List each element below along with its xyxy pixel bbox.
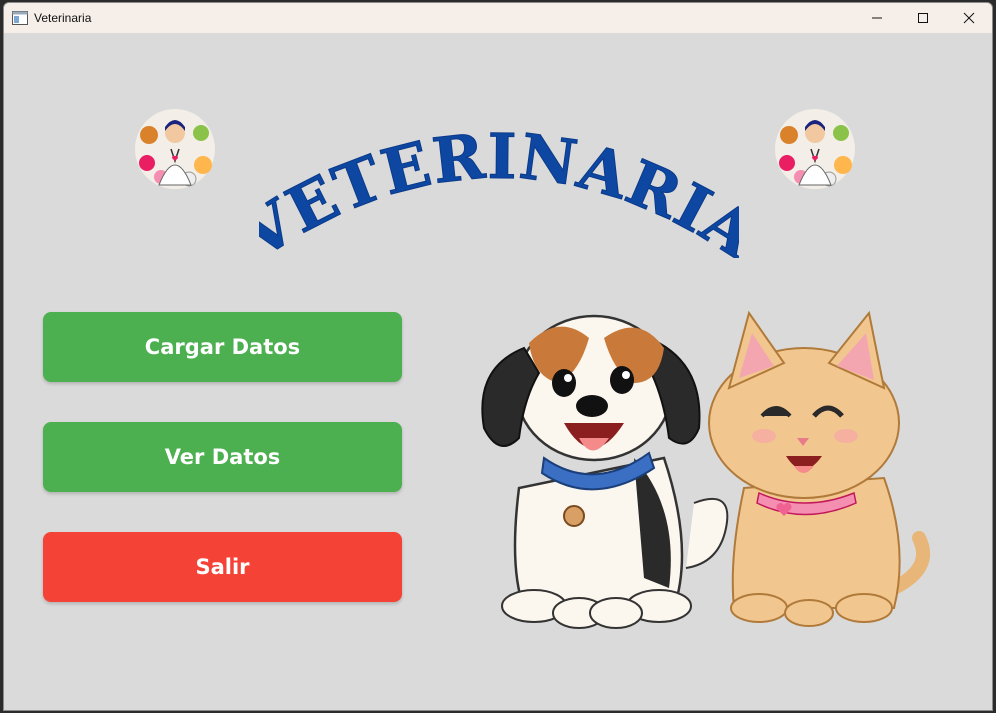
- svg-text:VETERINARIA: VETERINARIA: [259, 120, 739, 258]
- maximize-button[interactable]: [900, 3, 946, 33]
- load-data-label: Cargar Datos: [144, 335, 301, 359]
- close-icon: [963, 12, 975, 24]
- minimize-icon: [872, 17, 882, 19]
- maximize-icon: [918, 13, 928, 23]
- app-window-icon: [12, 11, 28, 25]
- close-button[interactable]: [946, 3, 992, 33]
- dog-and-cat-illustration: [481, 310, 930, 629]
- logo-text: VETERINARIA: [259, 119, 739, 258]
- app-window: Veterinaria ETERINARI Cargar Datos Ver D…: [3, 2, 993, 711]
- exit-label: Salir: [195, 555, 250, 579]
- minimize-button[interactable]: [854, 3, 900, 33]
- veterinarian-badge-icon: [135, 109, 215, 189]
- app-logo-title: VETERINARIA: [259, 119, 739, 258]
- view-data-button[interactable]: Ver Datos: [43, 422, 402, 492]
- view-data-label: Ver Datos: [164, 445, 281, 469]
- load-data-button[interactable]: Cargar Datos: [43, 312, 402, 382]
- exit-button[interactable]: Salir: [43, 532, 402, 602]
- title-bar[interactable]: Veterinaria: [4, 3, 992, 33]
- veterinarian-badge-icon: [775, 109, 855, 189]
- main-content: VETERINARIA Cargar Datos Ver Datos Sali: [4, 33, 992, 710]
- window-title: Veterinaria: [34, 11, 92, 25]
